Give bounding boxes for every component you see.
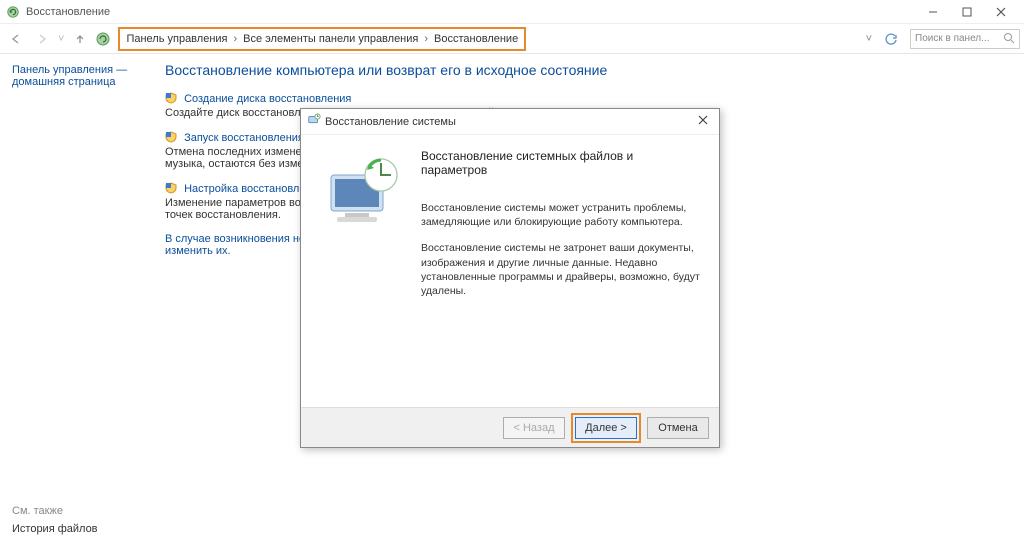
create-recovery-drive-link[interactable]: Создание диска восстановления <box>184 93 351 105</box>
window-titlebar: Восстановление <box>0 0 1024 24</box>
dialog-icon <box>307 113 321 130</box>
next-button[interactable]: Далее > <box>575 417 637 439</box>
see-also-label: См. также <box>12 505 98 517</box>
system-restore-dialog: Восстановление системы Восстановление си… <box>300 108 720 448</box>
back-button: < Назад <box>503 417 565 439</box>
address-dropdown-icon[interactable]: ˅ <box>866 33 872 45</box>
app-icon <box>6 5 20 19</box>
up-button[interactable] <box>68 27 92 51</box>
minimize-button[interactable] <box>916 1 950 23</box>
maximize-button[interactable] <box>950 1 984 23</box>
breadcrumb-root[interactable]: Панель управления <box>126 33 227 45</box>
page-title: Восстановление компьютера или возврат ег… <box>165 62 1004 78</box>
file-history-link[interactable]: История файлов <box>12 523 98 535</box>
dialog-p2: Восстановление системы не затронет ваши … <box>421 241 701 298</box>
sidebar-home-link[interactable]: Панель управления —домашняя страница <box>12 64 153 88</box>
breadcrumb-leaf[interactable]: Восстановление <box>434 33 518 45</box>
shield-icon <box>165 182 177 194</box>
dialog-titlebar: Восстановление системы <box>301 109 719 135</box>
breadcrumb[interactable]: Панель управления › Все элементы панели … <box>118 27 526 51</box>
history-dropdown-icon[interactable]: ˅ <box>58 33 64 45</box>
dialog-p1: Восстановление системы может устранить п… <box>421 201 701 229</box>
highlight-next: Далее > <box>571 413 641 443</box>
search-placeholder: Поиск в панел... <box>915 33 989 44</box>
breadcrumb-mid[interactable]: Все элементы панели управления <box>243 33 418 45</box>
search-input[interactable]: Поиск в панел... <box>910 29 1020 49</box>
forward-button[interactable] <box>30 27 54 51</box>
dialog-title: Восстановление системы <box>325 116 456 128</box>
cancel-button[interactable]: Отмена <box>647 417 709 439</box>
navbar: ˅ Панель управления › Все элементы панел… <box>0 24 1024 54</box>
sidebar: Панель управления —домашняя страница См.… <box>0 54 165 545</box>
dialog-close-button[interactable] <box>693 115 713 128</box>
window-title: Восстановление <box>26 6 110 18</box>
refresh-button[interactable] <box>880 28 902 50</box>
search-icon <box>1003 32 1015 47</box>
shield-icon <box>165 92 177 104</box>
dialog-footer: < Назад Далее > Отмена <box>301 407 719 447</box>
location-icon <box>94 30 112 48</box>
dialog-heading: Восстановление системных файлов и параме… <box>421 149 701 177</box>
close-button[interactable] <box>984 1 1018 23</box>
back-button[interactable] <box>4 27 28 51</box>
dialog-image <box>321 149 421 399</box>
chevron-right-icon: › <box>234 33 238 45</box>
chevron-right-icon: › <box>424 33 428 45</box>
shield-icon <box>165 131 177 143</box>
change-link[interactable]: изменить их. <box>165 245 231 257</box>
